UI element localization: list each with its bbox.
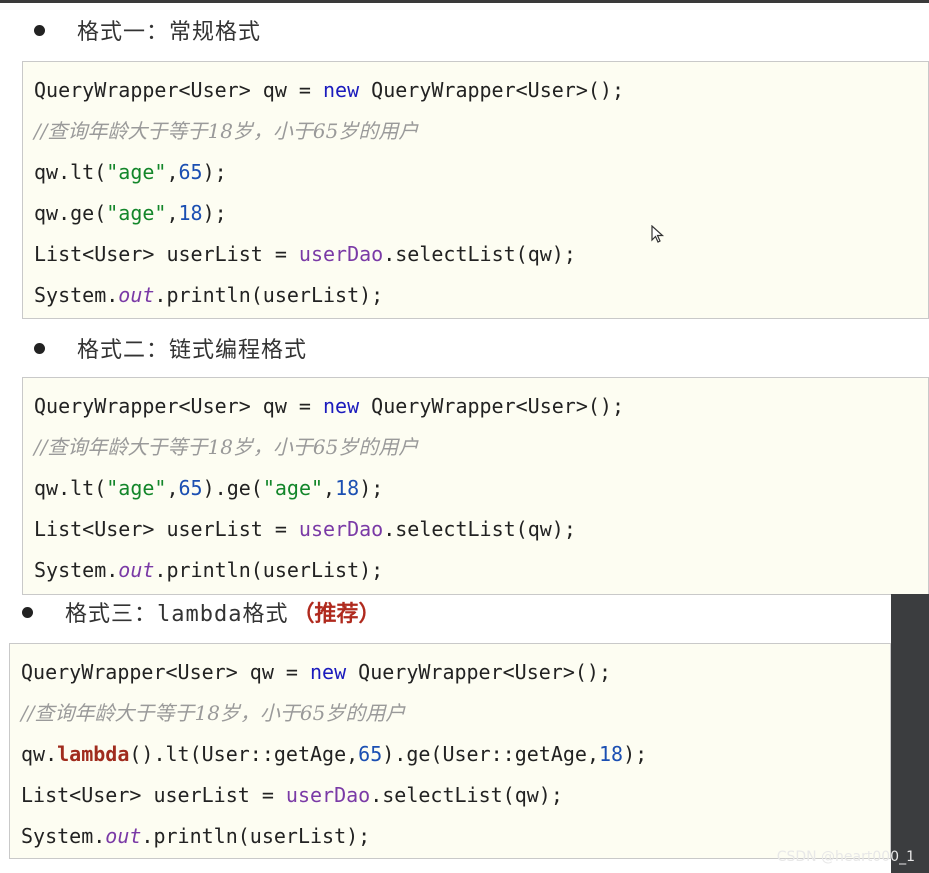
code-line: QueryWrapper<User> qw = new QueryWrapper… xyxy=(21,660,612,684)
code-comment: //查询年龄大于等于18岁，小于65岁的用户 xyxy=(34,119,419,143)
heading-text: 格式一：常规格式 xyxy=(77,20,262,45)
code-line: System.out.println(userList); xyxy=(21,824,371,848)
bullet-dot-icon xyxy=(34,342,45,354)
code-line: System.out.println(userList); xyxy=(34,283,384,307)
code-line: qw.lt("age",65); xyxy=(34,160,227,184)
section-heading-1: 格式一：常规格式 xyxy=(34,12,261,48)
dark-side-panel xyxy=(891,594,929,873)
recommended-label: （推荐） xyxy=(292,602,381,627)
code-line: qw.ge("age",18); xyxy=(34,201,227,225)
section-heading-2: 格式二：链式编程格式 xyxy=(34,330,307,366)
code-line: qw.lt("age",65).ge("age",18); xyxy=(34,476,384,500)
code-comment: //查询年龄大于等于18岁，小于65岁的用户 xyxy=(34,435,419,459)
bullet-dot-icon xyxy=(22,606,33,618)
mouse-pointer-icon xyxy=(651,225,665,243)
code-line: List<User> userList = userDao.selectList… xyxy=(21,783,563,807)
heading-text: 格式二：链式编程格式 xyxy=(77,338,308,363)
code-line: qw.lambda().lt(User::getAge,65).ge(User:… xyxy=(21,742,648,766)
code-block-3: QueryWrapper<User> qw = new QueryWrapper… xyxy=(9,643,891,859)
code-line: List<User> userList = userDao.selectList… xyxy=(34,242,576,266)
code-line: QueryWrapper<User> qw = new QueryWrapper… xyxy=(34,78,625,102)
heading-text: 格式三：lambda格式 xyxy=(65,602,289,627)
bullet-dot-icon xyxy=(34,24,45,36)
code-block-1: QueryWrapper<User> qw = new QueryWrapper… xyxy=(22,61,929,319)
section-heading-3: 格式三：lambda格式 （推荐） xyxy=(22,594,381,630)
code-block-2: QueryWrapper<User> qw = new QueryWrapper… xyxy=(22,377,929,595)
top-border xyxy=(0,0,929,3)
code-comment: //查询年龄大于等于18岁，小于65岁的用户 xyxy=(21,701,406,725)
csdn-watermark: CSDN @heart000_1 xyxy=(776,849,915,865)
code-line: List<User> userList = userDao.selectList… xyxy=(34,517,576,541)
code-line: System.out.println(userList); xyxy=(34,558,384,582)
code-line: QueryWrapper<User> qw = new QueryWrapper… xyxy=(34,394,625,418)
